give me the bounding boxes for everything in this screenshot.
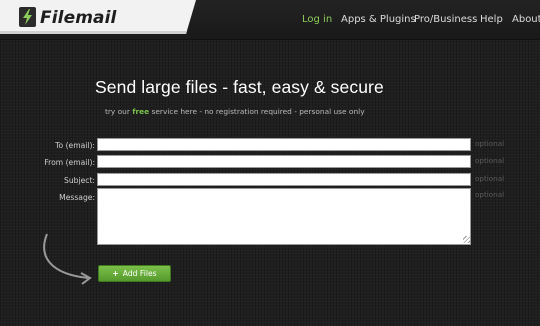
brand-name: Filemail: [40, 8, 117, 28]
add-files-label: Add Files: [122, 269, 157, 278]
curved-arrow-icon: [43, 233, 92, 285]
page-title: Send large files - fast, easy & secure: [95, 77, 384, 97]
message-optional-hint: optional: [475, 190, 505, 199]
nav-pro-business[interactable]: Pro/Business: [414, 14, 477, 25]
message-label: Message:: [59, 193, 95, 202]
nav-help[interactable]: Help: [480, 14, 503, 25]
plus-icon: +: [112, 269, 119, 278]
nav-login[interactable]: Log in: [302, 14, 332, 25]
from-email-label: From (email):: [44, 158, 95, 167]
nav-about[interactable]: About: [512, 14, 540, 25]
subject-optional-hint: optional: [475, 174, 505, 183]
subject-label: Subject:: [64, 176, 95, 185]
to-email-label: To (email):: [55, 141, 95, 150]
tagline-free: free: [132, 107, 150, 116]
tagline: try our free service here - no registrat…: [105, 107, 365, 116]
tagline-prefix: try our: [105, 107, 130, 116]
from-optional-hint: optional: [475, 156, 505, 165]
top-navigation-bar: Filemail Log in Apps & Plugins Pro/Busin…: [0, 0, 540, 40]
filemail-logo-icon: [19, 7, 36, 27]
add-files-button[interactable]: + Add Files: [98, 265, 171, 282]
to-email-field[interactable]: [97, 138, 471, 151]
to-optional-hint: optional: [475, 139, 505, 148]
message-field[interactable]: [97, 188, 471, 245]
from-email-field[interactable]: [97, 155, 471, 168]
textarea-resize-grip[interactable]: [463, 236, 470, 243]
tagline-suffix: service here - no registration required …: [151, 107, 365, 116]
subject-field[interactable]: [97, 173, 471, 186]
nav-apps-plugins[interactable]: Apps & Plugins: [341, 14, 416, 25]
logo[interactable]: Filemail: [0, 0, 196, 34]
